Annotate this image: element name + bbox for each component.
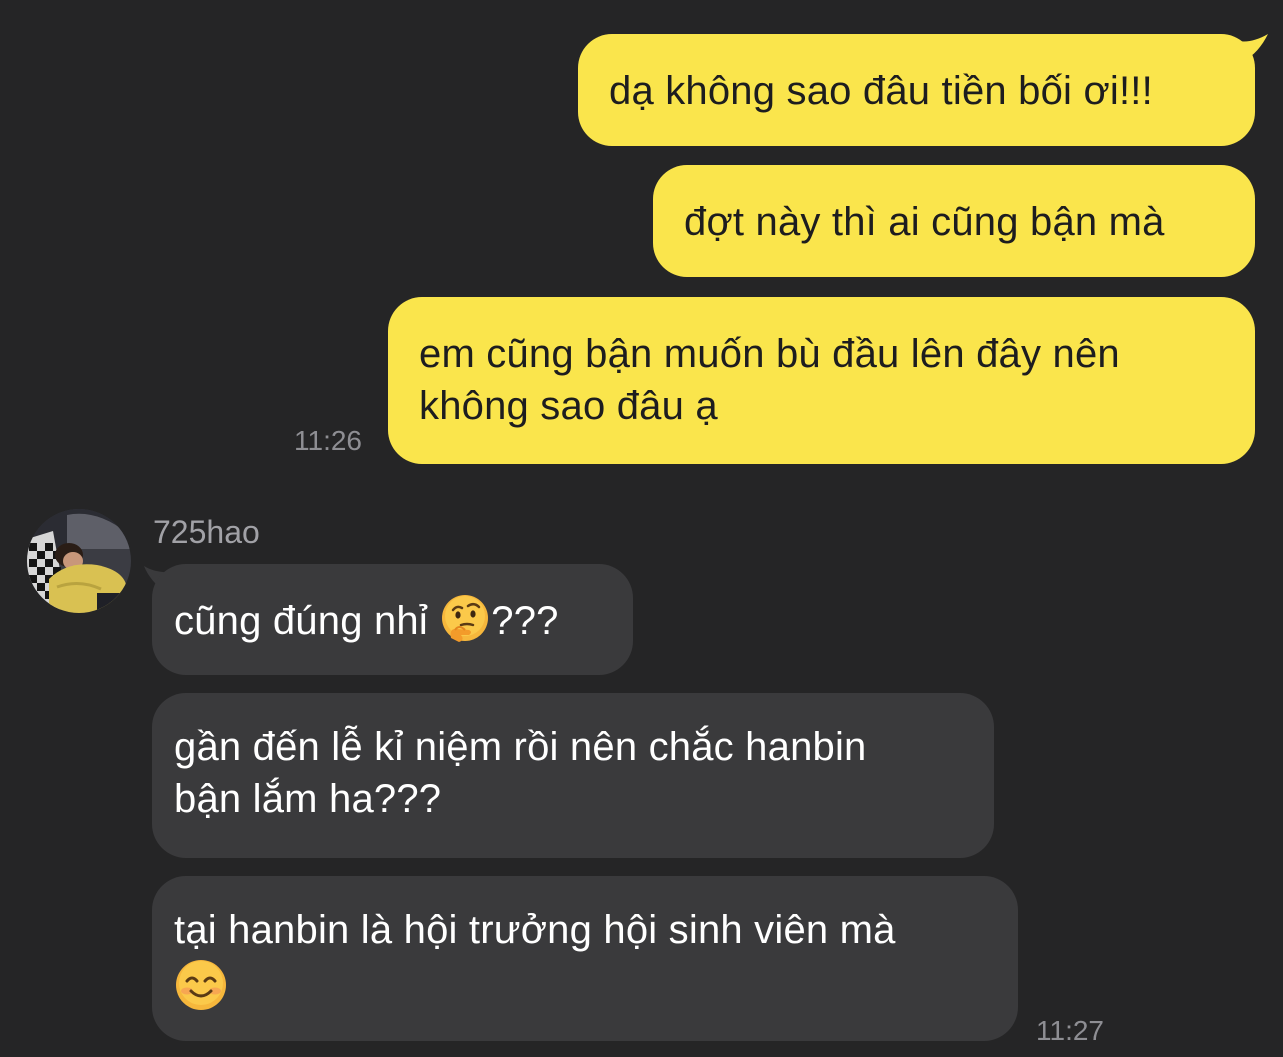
outgoing-message[interactable]: đợt này thì ai cũng bận mà <box>653 165 1255 277</box>
message-text-line: gần đến lễ kỉ niệm rồi nên chắc hanbin <box>174 725 867 769</box>
avatar[interactable] <box>27 509 131 613</box>
message-text-suffix: ??? <box>491 599 559 643</box>
message-text: cũng đúng nhỉ <box>174 599 440 643</box>
contact-photo <box>27 509 131 613</box>
smiling-face-emoji <box>174 958 228 1012</box>
thinking-face-emoji <box>439 592 491 644</box>
message-text-line: tại hanbin là hội trưởng hội sinh viên m… <box>174 908 896 952</box>
message-text-line: bận lắm ha??? <box>174 777 442 821</box>
message-timestamp: 11:27 <box>1036 1015 1104 1046</box>
incoming-message[interactable]: gần đến lễ kỉ niệm rồi nên chắc hanbin b… <box>152 693 994 858</box>
message-timestamp: 11:26 <box>294 425 362 456</box>
outgoing-message[interactable]: dạ không sao đâu tiền bối ơi!!! <box>578 34 1255 146</box>
message-text: dạ không sao đâu tiền bối ơi!!! <box>609 69 1153 113</box>
incoming-message[interactable]: cũng đúng nhỉ ??? <box>152 564 633 675</box>
message-text-line: em cũng bận muốn bù đầu lên đây nên <box>419 332 1120 376</box>
message-text-line: không sao đâu ạ <box>419 384 718 428</box>
incoming-message[interactable]: tại hanbin là hội trưởng hội sinh viên m… <box>152 876 1018 1041</box>
outgoing-message[interactable]: em cũng bận muốn bù đầu lên đây nên khôn… <box>388 297 1255 464</box>
sender-name: 725hao <box>153 514 260 550</box>
message-text: đợt này thì ai cũng bận mà <box>684 200 1165 244</box>
